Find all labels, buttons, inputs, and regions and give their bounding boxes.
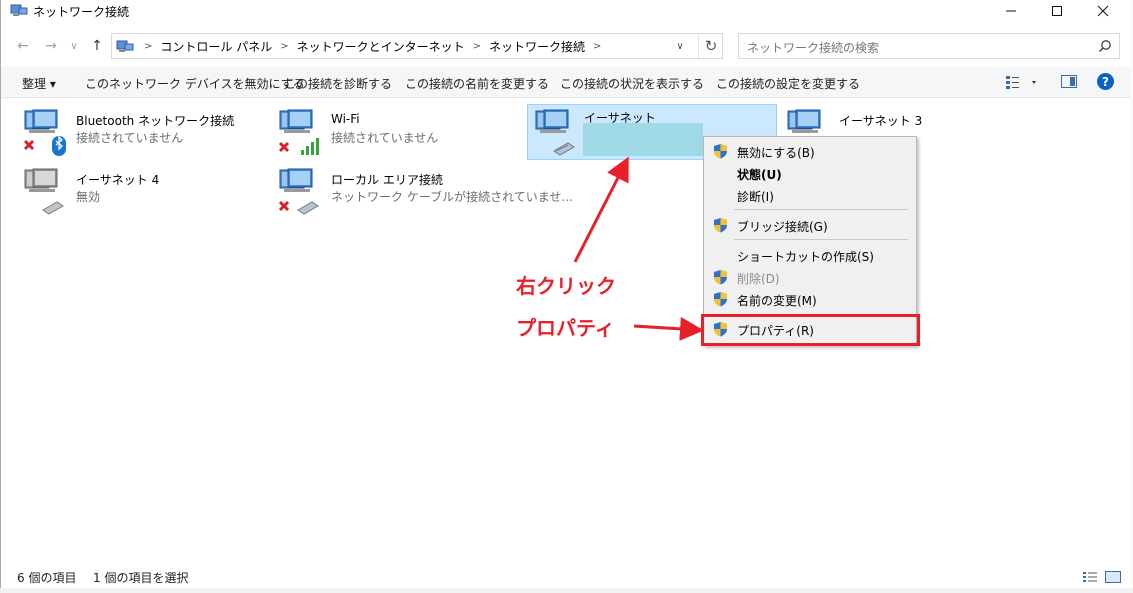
ethernet-network-icon xyxy=(278,168,319,215)
annotation-right-click: 右クリック xyxy=(516,274,616,298)
chevron-down-icon: ∨ xyxy=(676,40,684,52)
breadcrumb: > コントロール パネル > ネットワークとインターネット > ネットワーク接続… xyxy=(136,34,609,58)
connection-name: Bluetooth ネットワーク接続 xyxy=(76,114,235,128)
chevron-right-icon: > xyxy=(144,40,153,52)
menu-separator xyxy=(734,239,908,240)
command-bar: 整理 ▾ このネットワーク デバイスを無効にする この接続を診断する この接続の… xyxy=(1,67,1131,98)
connection-local-area[interactable]: ローカル エリア接続 ネットワーク ケーブルが接続されていませ... xyxy=(274,163,573,215)
minimize-icon xyxy=(1006,10,1016,12)
search-placeholder: ネットワーク接続の検索 xyxy=(747,41,880,55)
change-view-button[interactable] xyxy=(1005,73,1041,91)
chevron-right-icon[interactable]: > xyxy=(473,41,481,52)
maximize-button[interactable] xyxy=(1034,0,1080,22)
item-count: 6 個の項目 xyxy=(17,571,77,585)
annotation-properties: プロパティ xyxy=(516,316,615,340)
back-button[interactable]: ← xyxy=(13,36,33,56)
address-dropdown-button[interactable]: ∨ xyxy=(670,34,690,58)
maximize-icon xyxy=(1052,6,1062,16)
disable-device-command[interactable]: このネットワーク デバイスを無効にする xyxy=(85,75,305,92)
connection-ethernet-4[interactable]: イーサネット 4 無効 xyxy=(19,163,259,215)
minimize-button[interactable] xyxy=(988,0,1034,22)
menu-separator xyxy=(734,209,908,210)
menu-item-status[interactable]: 状態(U) xyxy=(704,162,916,184)
search-input[interactable]: ネットワーク接続の検索 xyxy=(738,33,1120,59)
ethernet-disabled-icon xyxy=(24,168,64,215)
uac-shield-icon xyxy=(714,270,727,285)
diagnose-command[interactable]: この接続を診断する xyxy=(284,75,392,92)
connection-name: ローカル エリア接続 xyxy=(331,173,443,187)
connection-name: イーサネット 4 xyxy=(76,173,160,187)
connection-name: Wi-Fi xyxy=(331,112,360,126)
wifi-network-icon xyxy=(278,109,319,155)
uac-shield-icon xyxy=(714,144,727,159)
refresh-icon: ↻ xyxy=(704,37,718,55)
arrow-left-icon: ← xyxy=(17,38,29,54)
uac-shield-icon xyxy=(714,292,727,307)
connection-status: 無効 xyxy=(76,190,101,204)
menu-item-rename[interactable]: 名前の変更(M) xyxy=(704,288,916,310)
ethernet-network-icon xyxy=(535,109,575,156)
chevron-right-icon[interactable]: > xyxy=(280,41,288,52)
status-bar: 6 個の項目 1 個の項目を選択 xyxy=(1,566,1131,588)
uac-shield-icon xyxy=(714,218,727,233)
organize-menu[interactable]: 整理 ▾ xyxy=(22,75,56,92)
address-row: ← → ∨ ↑ > コントロール パネル > ネットワークとインターネット > … xyxy=(1,30,1131,62)
up-button[interactable]: ↑ xyxy=(87,36,107,56)
properties-highlight-box xyxy=(701,314,920,346)
connection-wifi[interactable]: Wi-Fi 接続されていません xyxy=(274,104,514,155)
change-settings-command[interactable]: この接続の設定を変更する xyxy=(716,75,860,92)
menu-item-delete: 削除(D) xyxy=(704,266,916,288)
connection-bluetooth[interactable]: Bluetooth ネットワーク接続 接続されていません xyxy=(19,104,259,156)
breadcrumb-network-internet[interactable]: ネットワークとインターネット xyxy=(297,38,465,55)
view-status-command[interactable]: この接続の状況を表示する xyxy=(560,75,704,92)
redacted-status-area xyxy=(583,123,703,156)
window-bottom-edge xyxy=(0,588,1133,593)
recent-locations-button[interactable]: ∨ xyxy=(67,36,81,56)
chevron-right-icon[interactable]: > xyxy=(593,41,601,52)
arrow-up-icon: ↑ xyxy=(91,38,103,54)
details-view-button[interactable] xyxy=(1083,571,1097,583)
menu-item-diagnose[interactable]: 診断(I) xyxy=(704,184,916,206)
help-button[interactable]: ? xyxy=(1097,73,1114,90)
preview-pane-button[interactable] xyxy=(1061,75,1077,88)
large-icons-view-button[interactable] xyxy=(1105,571,1121,583)
title-bar: ネットワーク接続 xyxy=(1,0,1131,22)
connection-status: 接続されていません xyxy=(331,131,439,145)
breadcrumb-control-panel[interactable]: コントロール パネル xyxy=(160,38,272,55)
search-icon xyxy=(1098,40,1111,53)
connection-status: 接続されていません xyxy=(76,131,184,145)
forward-button[interactable]: → xyxy=(41,36,61,56)
close-icon xyxy=(1097,5,1109,17)
control-panel-icon xyxy=(116,40,134,52)
window-title: ネットワーク接続 xyxy=(33,5,130,19)
connection-name: イーサネット 3 xyxy=(839,114,923,128)
network-folder-icon xyxy=(10,4,28,16)
breadcrumb-network-connections[interactable]: ネットワーク接続 xyxy=(489,38,585,55)
rename-command[interactable]: この接続の名前を変更する xyxy=(405,75,549,92)
menu-item-disable[interactable]: 無効にする(B) xyxy=(704,140,916,162)
close-button[interactable] xyxy=(1080,0,1126,22)
address-bar[interactable]: > コントロール パネル > ネットワークとインターネット > ネットワーク接続… xyxy=(111,33,723,59)
chevron-down-icon: ∨ xyxy=(70,40,78,52)
menu-item-bridge[interactable]: ブリッジ接続(G) xyxy=(704,214,916,236)
help-icon: ? xyxy=(1102,74,1109,89)
connection-status: ネットワーク ケーブルが接続されていませ... xyxy=(331,190,573,204)
arrow-right-icon: → xyxy=(45,38,57,54)
bluetooth-network-icon xyxy=(23,109,66,156)
selected-count: 1 個の項目を選択 xyxy=(93,571,189,585)
refresh-button[interactable]: ↻ xyxy=(698,34,723,58)
menu-item-create-shortcut[interactable]: ショートカットの作成(S) xyxy=(704,244,916,266)
